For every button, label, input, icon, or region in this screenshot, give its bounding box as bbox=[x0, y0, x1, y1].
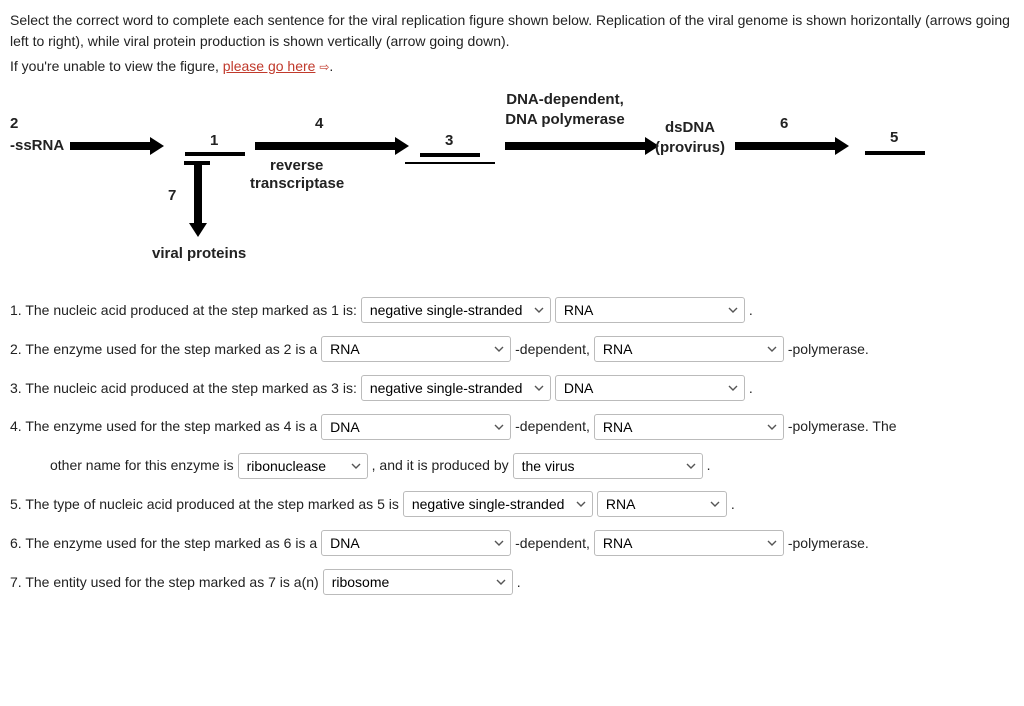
intro-text: Select the correct word to complete each… bbox=[10, 10, 1014, 52]
arrow-2 bbox=[70, 142, 150, 150]
q6-suffix: -polymerase. bbox=[788, 528, 869, 559]
question-1: 1. The nucleic acid produced at the step… bbox=[10, 295, 1014, 326]
external-link-icon: ⇨ bbox=[319, 60, 329, 74]
label-1: 1 bbox=[210, 132, 218, 149]
label-dna-pol: DNA polymerase bbox=[490, 111, 640, 129]
label-6: 6 bbox=[780, 115, 788, 132]
line-5 bbox=[865, 151, 925, 155]
q5-select-strand[interactable]: negative single-stranded bbox=[403, 491, 593, 517]
q4-select-b[interactable]: RNA bbox=[594, 414, 784, 440]
line-3-top bbox=[420, 153, 480, 157]
label-reverse: reverse bbox=[270, 157, 323, 175]
q1-select-na[interactable]: RNA bbox=[555, 297, 745, 323]
q1-prefix: 1. The nucleic acid produced at the step… bbox=[10, 295, 357, 326]
arrow-4 bbox=[255, 142, 395, 150]
line-1 bbox=[185, 152, 245, 156]
q4-prefix: 4. The enzyme used for the step marked a… bbox=[10, 411, 317, 442]
q4-suffix: -polymerase. The bbox=[788, 411, 897, 442]
intro-prefix: If you're unable to view the figure, bbox=[10, 58, 223, 74]
label-dna-dep: DNA-dependent, bbox=[490, 91, 640, 109]
q7-prefix: 7. The entity used for the step marked a… bbox=[10, 567, 319, 598]
q1-suffix: . bbox=[749, 295, 753, 326]
q5-select-na[interactable]: RNA bbox=[597, 491, 727, 517]
q4-mid: -dependent, bbox=[515, 411, 590, 442]
q5-suffix: . bbox=[731, 489, 735, 520]
label-2: 2 bbox=[10, 115, 18, 132]
q3-select-na[interactable]: DNA bbox=[555, 375, 745, 401]
question-3: 3. The nucleic acid produced at the step… bbox=[10, 373, 1014, 404]
label-7: 7 bbox=[168, 187, 176, 204]
label-dsdna: dsDNA bbox=[665, 119, 715, 137]
figure-link[interactable]: please go here bbox=[223, 58, 316, 74]
label-ssrna: -ssRNA bbox=[10, 137, 64, 154]
label-transcriptase: transcriptase bbox=[250, 175, 344, 193]
q4-select-a[interactable]: DNA bbox=[321, 414, 511, 440]
label-4: 4 bbox=[315, 115, 323, 132]
q2-select-b[interactable]: RNA bbox=[594, 336, 784, 362]
question-2: 2. The enzyme used for the step marked a… bbox=[10, 334, 1014, 365]
intro-text-2: If you're unable to view the figure, ple… bbox=[10, 56, 1014, 77]
q1-select-strand[interactable]: negative single-stranded bbox=[361, 297, 551, 323]
q2-mid: -dependent, bbox=[515, 334, 590, 365]
q2-suffix: -polymerase. bbox=[788, 334, 869, 365]
arrow-7 bbox=[194, 161, 202, 223]
q6-mid: -dependent, bbox=[515, 528, 590, 559]
q4b-mid: , and it is produced by bbox=[372, 450, 509, 481]
q6-prefix: 6. The enzyme used for the step marked a… bbox=[10, 528, 317, 559]
q6-select-a[interactable]: DNA bbox=[321, 530, 511, 556]
q7-select[interactable]: ribosome bbox=[323, 569, 513, 595]
q2-select-a[interactable]: RNA bbox=[321, 336, 511, 362]
question-7: 7. The entity used for the step marked a… bbox=[10, 567, 1014, 598]
label-3: 3 bbox=[445, 132, 453, 149]
q5-prefix: 5. The type of nucleic acid produced at … bbox=[10, 489, 399, 520]
q3-select-strand[interactable]: negative single-stranded bbox=[361, 375, 551, 401]
q7-suffix: . bbox=[517, 567, 521, 598]
question-4: 4. The enzyme used for the step marked a… bbox=[10, 411, 1014, 442]
replication-figure: -ssRNA 2 1 7 viral proteins 4 reverse tr… bbox=[10, 87, 1014, 277]
q2-prefix: 2. The enzyme used for the step marked a… bbox=[10, 334, 317, 365]
q4b-prefix: other name for this enzyme is bbox=[50, 450, 234, 481]
q3-suffix: . bbox=[749, 373, 753, 404]
q4b-select-producer[interactable]: the virus bbox=[513, 453, 703, 479]
line-3-bot bbox=[405, 162, 495, 164]
question-6: 6. The enzyme used for the step marked a… bbox=[10, 528, 1014, 559]
label-provirus: (provirus) bbox=[655, 139, 725, 157]
q4b-suffix: . bbox=[707, 450, 711, 481]
q4b-select-name[interactable]: ribonuclease bbox=[238, 453, 368, 479]
question-4b: other name for this enzyme is ribonuclea… bbox=[10, 450, 1014, 481]
q3-prefix: 3. The nucleic acid produced at the step… bbox=[10, 373, 357, 404]
question-5: 5. The type of nucleic acid produced at … bbox=[10, 489, 1014, 520]
label-viral-proteins: viral proteins bbox=[152, 245, 246, 263]
arrow-6 bbox=[735, 142, 835, 150]
label-5: 5 bbox=[890, 129, 898, 146]
arrow-dna bbox=[505, 142, 645, 150]
q6-select-b[interactable]: RNA bbox=[594, 530, 784, 556]
